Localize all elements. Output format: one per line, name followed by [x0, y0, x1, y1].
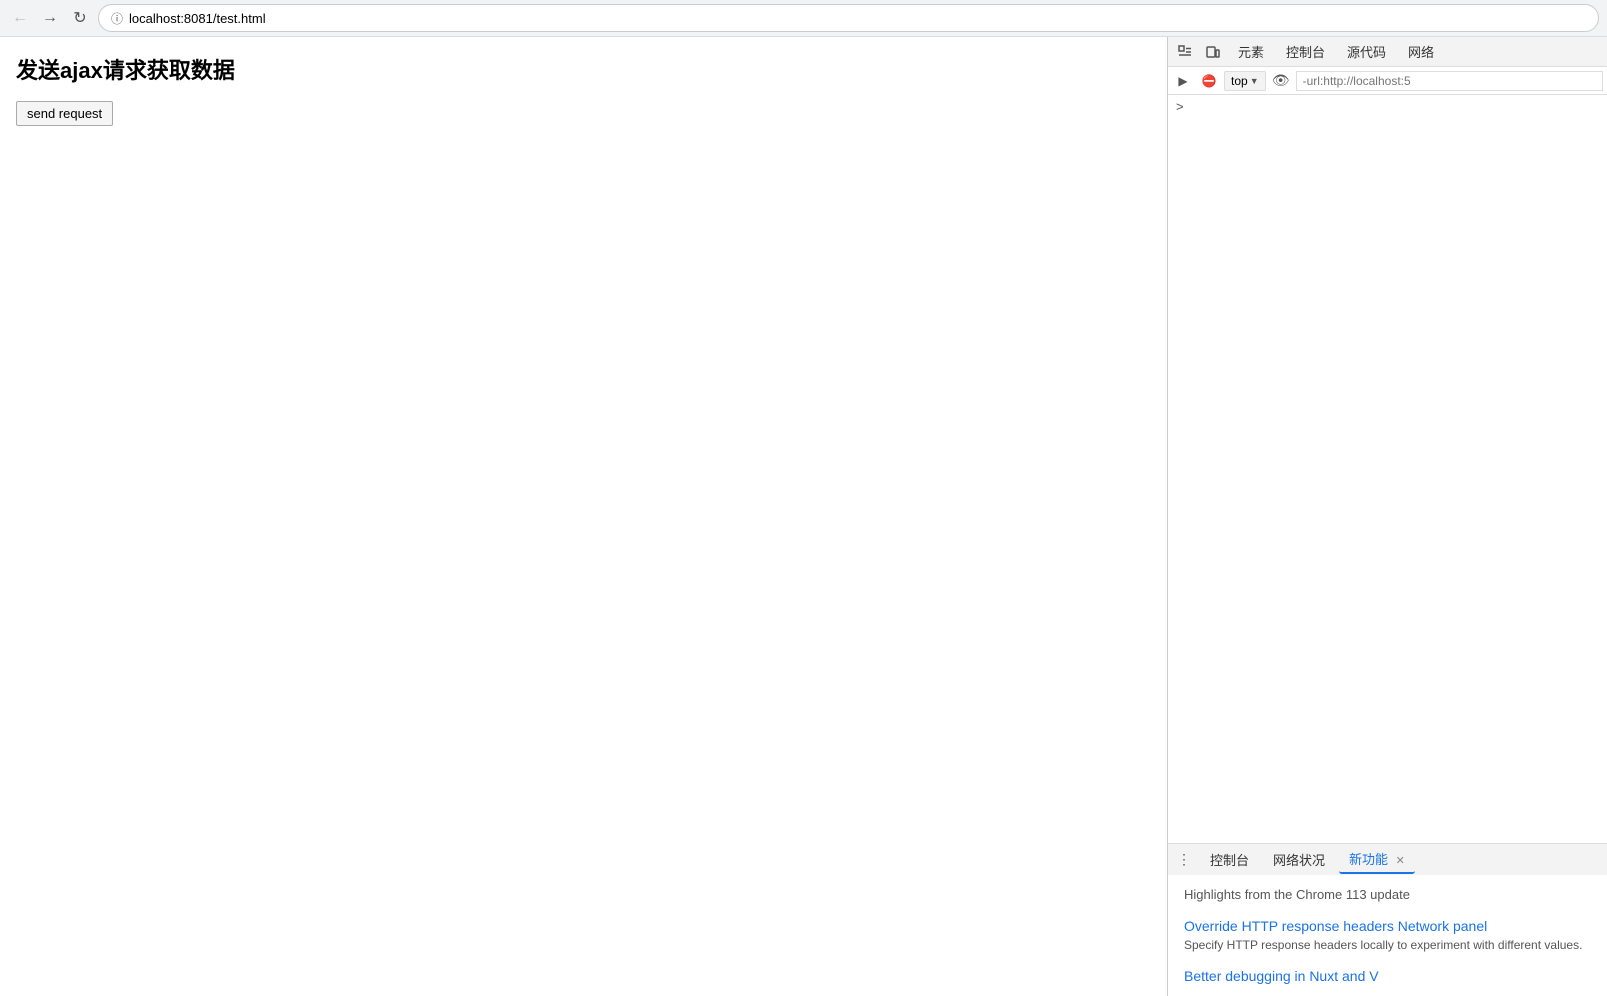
devtools-inspect-button[interactable]	[1172, 39, 1198, 65]
console-chevron-row[interactable]: >	[1168, 95, 1607, 118]
new-features-tab-close[interactable]: ✕	[1396, 855, 1405, 867]
forward-button[interactable]: →	[38, 6, 62, 30]
devtools-bottom-tab-console[interactable]: 控制台	[1200, 846, 1259, 873]
devtools-tab-network[interactable]: 网络	[1398, 38, 1444, 65]
devtools-bottom-tab-network-conditions[interactable]: 网络状况	[1263, 846, 1335, 873]
feature-description-1: Specify HTTP response headers locally to…	[1184, 938, 1591, 952]
devtools-content: >	[1168, 95, 1607, 843]
page-title: 发送ajax请求获取数据	[16, 53, 1151, 85]
main-layout: 发送ajax请求获取数据 send request 元素 控制台	[0, 37, 1607, 996]
top-dropdown-label: top	[1231, 74, 1248, 88]
features-highlight-text: Highlights from the Chrome 113 update	[1184, 887, 1591, 902]
devtools-top-bar: 元素 控制台 源代码 网络	[1168, 37, 1607, 67]
devtools-panel: 元素 控制台 源代码 网络 ▶ ⛔ top ▼ 👁 > ⋮ 控制台 网络状况	[1167, 37, 1607, 996]
address-bar[interactable]: ⓘ localhost:8081/test.html	[98, 4, 1599, 32]
devtools-no-entry-button[interactable]: ⛔	[1198, 70, 1220, 92]
page-content: 发送ajax请求获取数据 send request	[0, 37, 1167, 996]
devtools-bottom-tab-new-features[interactable]: 新功能 ✕	[1339, 845, 1415, 874]
browser-chrome: ← → ↻ ⓘ localhost:8081/test.html	[0, 0, 1607, 37]
send-request-button[interactable]: send request	[16, 101, 113, 126]
devtools-eye-button[interactable]: 👁	[1270, 70, 1292, 92]
devtools-bottom-menu-button[interactable]: ⋮	[1172, 848, 1196, 872]
browser-toolbar: ← → ↻ ⓘ localhost:8081/test.html	[0, 0, 1607, 36]
devtools-filter-input[interactable]	[1296, 71, 1603, 91]
feature-link-2[interactable]: Better debugging in Nuxt and V	[1184, 968, 1591, 984]
devtools-top-dropdown[interactable]: top ▼	[1224, 71, 1266, 91]
chevron-down-icon: ▼	[1250, 76, 1259, 86]
url-text: localhost:8081/test.html	[129, 11, 266, 26]
new-features-tab-label: 新功能	[1349, 852, 1388, 867]
devtools-filter-bar: ▶ ⛔ top ▼ 👁	[1168, 67, 1607, 95]
refresh-button[interactable]: ↻	[68, 6, 92, 30]
devtools-device-button[interactable]	[1200, 39, 1226, 65]
devtools-tab-elements[interactable]: 元素	[1228, 38, 1274, 65]
devtools-play-button[interactable]: ▶	[1172, 70, 1194, 92]
devtools-tab-console[interactable]: 控制台	[1276, 38, 1335, 65]
devtools-bottom-bar: ⋮ 控制台 网络状况 新功能 ✕	[1168, 843, 1607, 875]
lock-icon: ⓘ	[111, 10, 123, 27]
feature-link-1[interactable]: Override HTTP response headers Network p…	[1184, 918, 1591, 934]
devtools-tab-sources[interactable]: 源代码	[1337, 38, 1396, 65]
back-button[interactable]: ←	[8, 6, 32, 30]
devtools-features-content: Highlights from the Chrome 113 update Ov…	[1168, 875, 1607, 996]
